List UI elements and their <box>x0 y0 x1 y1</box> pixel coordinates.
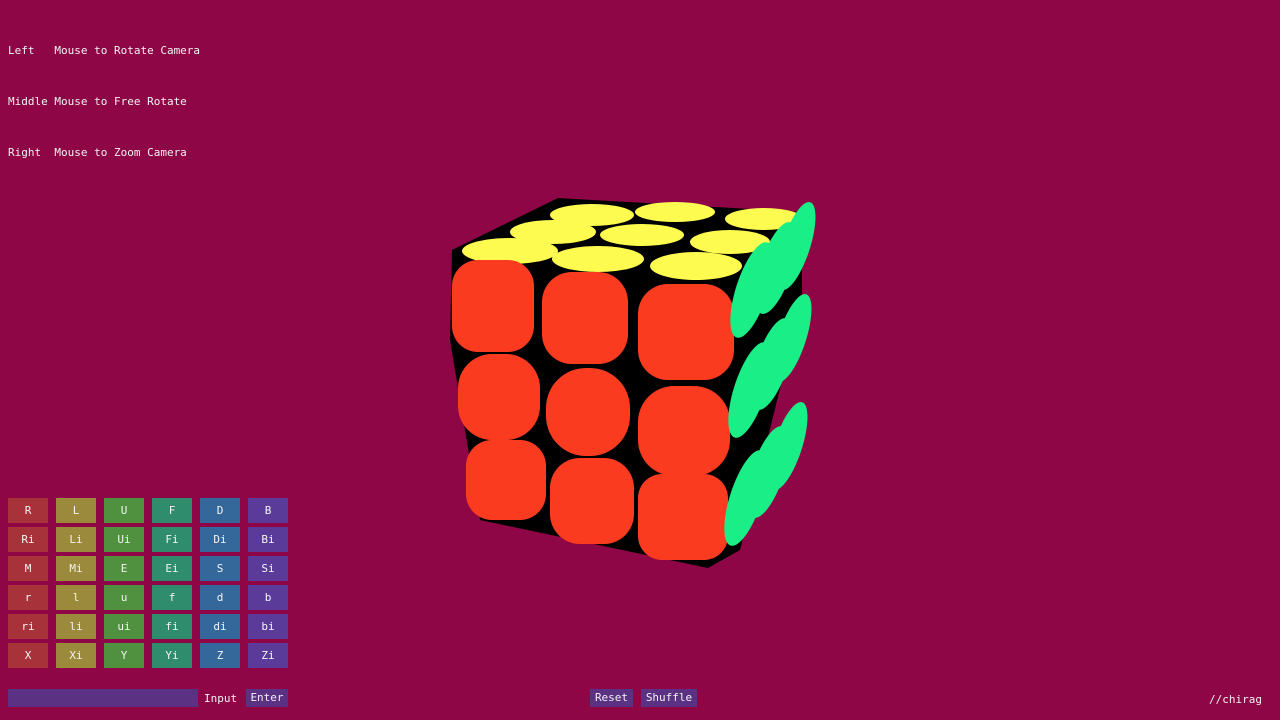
cube-sticker <box>550 458 634 544</box>
cube-sticker-top <box>552 246 644 272</box>
move-button[interactable]: E <box>104 556 144 581</box>
move-button[interactable]: B <box>248 498 288 523</box>
move-button[interactable]: Zi <box>248 643 288 668</box>
help-line-left: Left Mouse to Rotate Camera <box>8 44 201 57</box>
move-button[interactable]: Xi <box>56 643 96 668</box>
move-button[interactable]: Ui <box>104 527 144 552</box>
move-button[interactable]: bi <box>248 614 288 639</box>
cube-sticker-top <box>600 224 684 246</box>
move-button[interactable]: d <box>200 585 240 610</box>
cube-sticker <box>466 440 546 520</box>
move-button[interactable]: M <box>8 556 48 581</box>
move-button[interactable]: l <box>56 585 96 610</box>
rubiks-cube[interactable] <box>440 190 820 570</box>
cube-sticker <box>546 368 630 456</box>
move-button[interactable]: S <box>200 556 240 581</box>
credit-text: //chirag <box>1209 693 1262 706</box>
move-button[interactable]: D <box>200 498 240 523</box>
move-button[interactable]: ui <box>104 614 144 639</box>
move-button[interactable]: Di <box>200 527 240 552</box>
move-button[interactable]: ri <box>8 614 48 639</box>
move-button[interactable]: Ri <box>8 527 48 552</box>
help-line-right: Right Mouse to Zoom Camera <box>8 146 187 159</box>
cube-sticker <box>452 260 534 352</box>
input-label: Input <box>204 692 238 705</box>
cube-sticker <box>638 284 734 380</box>
move-button[interactable]: L <box>56 498 96 523</box>
move-button[interactable]: X <box>8 643 48 668</box>
move-button[interactable]: di <box>200 614 240 639</box>
move-button[interactable]: Y <box>104 643 144 668</box>
move-button-grid: R L U F D B Ri Li Ui Fi Di Bi M Mi E Ei S Si r l u f d b ri li ui f… <box>8 498 288 668</box>
move-button[interactable]: li <box>56 614 96 639</box>
move-button[interactable]: b <box>248 585 288 610</box>
move-button[interactable]: R <box>8 498 48 523</box>
help-line-middle: Middle Mouse to Free Rotate <box>8 95 187 108</box>
enter-button[interactable]: Enter <box>246 689 288 707</box>
move-input-field[interactable] <box>8 689 198 707</box>
shuffle-button[interactable]: Shuffle <box>641 689 697 707</box>
cube-sticker <box>638 386 730 476</box>
move-button[interactable]: Si <box>248 556 288 581</box>
reset-button[interactable]: Reset <box>590 689 633 707</box>
move-button[interactable]: Li <box>56 527 96 552</box>
cube-sticker-top <box>650 252 742 280</box>
move-button[interactable]: Z <box>200 643 240 668</box>
move-button[interactable]: Bi <box>248 527 288 552</box>
move-button[interactable]: Ei <box>152 556 192 581</box>
move-button[interactable]: Fi <box>152 527 192 552</box>
cube-sticker-top <box>635 202 715 222</box>
cube-sticker <box>638 474 728 560</box>
move-button[interactable]: Yi <box>152 643 192 668</box>
rubiks-cube-viewport[interactable] <box>440 190 820 570</box>
move-button[interactable]: r <box>8 585 48 610</box>
cube-sticker <box>458 354 540 440</box>
move-button[interactable]: fi <box>152 614 192 639</box>
cube-sticker <box>542 272 628 364</box>
move-button[interactable]: f <box>152 585 192 610</box>
cube-front-face <box>452 260 734 560</box>
move-button[interactable]: u <box>104 585 144 610</box>
move-button[interactable]: U <box>104 498 144 523</box>
move-button[interactable]: Mi <box>56 556 96 581</box>
help-text: Left Mouse to Rotate Camera Middle Mouse… <box>8 8 200 178</box>
move-button[interactable]: F <box>152 498 192 523</box>
